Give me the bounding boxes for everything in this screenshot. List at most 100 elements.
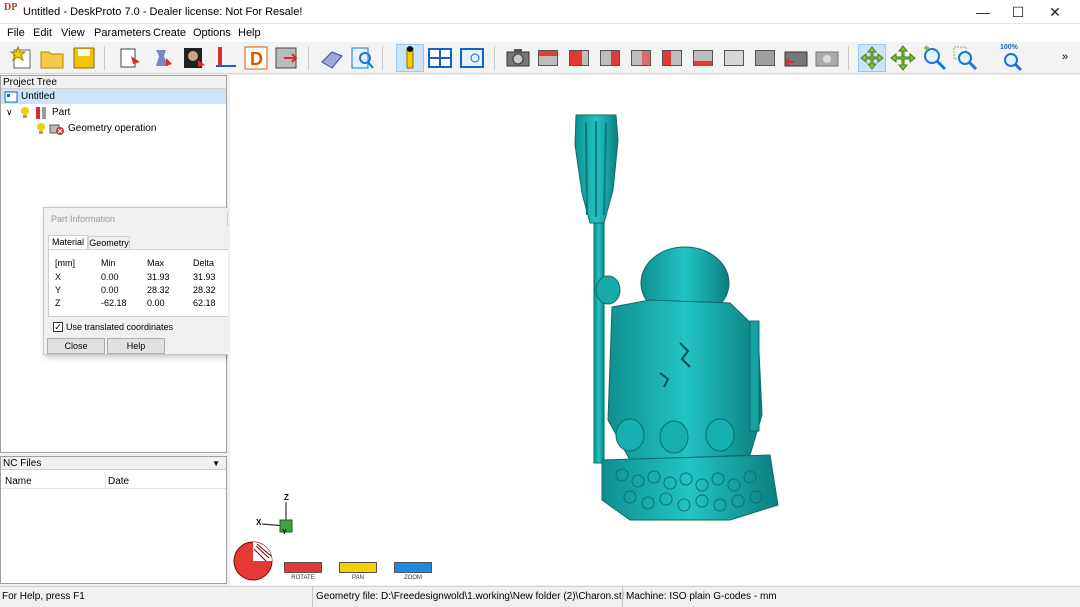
save-disk-icon bbox=[73, 47, 95, 69]
screen-zoom-icon bbox=[460, 48, 484, 68]
table-cell: 0.00 bbox=[101, 285, 119, 295]
tree-item-operation[interactable]: Geometry operation bbox=[1, 121, 226, 136]
vector-wizard-button[interactable] bbox=[212, 44, 240, 72]
dropdown-arrow-icon[interactable]: ▼ bbox=[212, 457, 220, 470]
cube-bottom-icon bbox=[693, 50, 713, 66]
lightbulb-icon[interactable] bbox=[36, 122, 46, 136]
menu-edit[interactable]: Edit bbox=[33, 27, 52, 39]
charon-model[interactable] bbox=[230, 75, 1080, 585]
column-date[interactable]: Date bbox=[108, 476, 129, 487]
zoom-window-button[interactable] bbox=[951, 44, 979, 72]
camera-view-button[interactable] bbox=[504, 44, 532, 72]
table-cell: Z bbox=[55, 298, 61, 308]
view-iso-button[interactable] bbox=[720, 44, 748, 72]
tree-item-part[interactable]: ∨ Part bbox=[1, 105, 226, 120]
next-view-button[interactable] bbox=[813, 44, 841, 72]
tab-geometry[interactable]: Geometry bbox=[88, 236, 130, 249]
cube-left-icon bbox=[662, 50, 682, 66]
erase-button[interactable] bbox=[318, 44, 346, 72]
column-name[interactable]: Name bbox=[5, 476, 32, 487]
table-cell: 28.32 bbox=[193, 285, 216, 295]
portrait-icon bbox=[184, 48, 205, 68]
dialog-help-button[interactable]: Help bbox=[107, 338, 165, 354]
maximize-button[interactable]: ☐ bbox=[1001, 0, 1035, 24]
menu-create[interactable]: Create bbox=[153, 27, 186, 39]
axis-z-label: Z bbox=[284, 493, 289, 502]
layout-button[interactable] bbox=[426, 44, 454, 72]
table-cell: 0.00 bbox=[147, 298, 165, 308]
axis-y-label: Y bbox=[282, 529, 287, 536]
camera-icon bbox=[506, 49, 530, 67]
status-bar: For Help, press F1 Geometry file: D:\Fre… bbox=[0, 586, 1080, 607]
tree-item-project[interactable]: Untitled bbox=[1, 89, 226, 104]
translated-coords-checkbox[interactable]: ✓ bbox=[53, 322, 63, 332]
vase-icon bbox=[156, 50, 172, 66]
zoom-100-label: 100% bbox=[1000, 44, 1018, 51]
dialog-close-button[interactable]: Close bbox=[47, 338, 105, 354]
pan-mode-toggle[interactable] bbox=[339, 562, 377, 573]
rotate-mode-toggle[interactable] bbox=[284, 562, 322, 573]
table-cell: X bbox=[55, 272, 62, 282]
save-button[interactable] bbox=[70, 44, 98, 72]
zoom-mode-label: ZOOM bbox=[404, 575, 422, 581]
export-button[interactable] bbox=[272, 44, 300, 72]
folder-icon bbox=[40, 51, 64, 69]
tab-material[interactable]: Material bbox=[48, 235, 88, 249]
rotate-dial-icon[interactable] bbox=[232, 540, 274, 582]
grid-window-icon bbox=[428, 48, 452, 68]
camera-back-icon bbox=[784, 51, 808, 67]
view-left-button[interactable] bbox=[658, 44, 686, 72]
lightbulb-icon[interactable] bbox=[20, 106, 30, 120]
cube-top-icon bbox=[538, 50, 558, 66]
bitmap-wizard-button[interactable] bbox=[148, 44, 176, 72]
export-disk-icon bbox=[275, 47, 298, 69]
zoom-in-icon bbox=[924, 45, 947, 71]
view-bottom-button[interactable] bbox=[689, 44, 717, 72]
table-col-min: Min bbox=[101, 258, 116, 268]
minimize-button[interactable]: — bbox=[966, 0, 1000, 24]
table-cell: 0.00 bbox=[101, 272, 119, 282]
cube-iso-icon bbox=[724, 50, 744, 66]
view-back-button[interactable] bbox=[627, 44, 655, 72]
part-wizard-button[interactable] bbox=[116, 44, 144, 72]
menu-options[interactable]: Options bbox=[193, 27, 231, 39]
image-wizard-button[interactable] bbox=[180, 44, 208, 72]
operation-wizard-button[interactable]: D bbox=[242, 44, 270, 72]
view-front-button[interactable] bbox=[565, 44, 593, 72]
table-cell: 28.32 bbox=[147, 285, 170, 295]
expand-chevron-icon[interactable]: ∨ bbox=[6, 105, 13, 120]
tree-item-project-label: Untitled bbox=[21, 91, 55, 102]
view-options-button[interactable] bbox=[458, 44, 486, 72]
3d-viewport[interactable]: Z X Y bbox=[230, 75, 1080, 585]
menu-view[interactable]: View bbox=[61, 27, 85, 39]
nc-files-title: NC Files bbox=[3, 458, 42, 469]
toolbar-overflow-icon[interactable]: » bbox=[1062, 51, 1068, 63]
rotate-mode-button[interactable] bbox=[858, 44, 886, 72]
table-cell: 62.18 bbox=[193, 298, 216, 308]
open-button[interactable] bbox=[38, 44, 66, 72]
zoom-window-icon bbox=[953, 46, 978, 71]
previous-view-button[interactable] bbox=[782, 44, 810, 72]
operation-error-icon bbox=[49, 124, 64, 135]
status-geometry-file: Geometry file: D:\Freedesignwold\1.worki… bbox=[316, 591, 624, 602]
zoom-in-button[interactable] bbox=[920, 44, 948, 72]
pan-mode-button[interactable] bbox=[889, 44, 917, 72]
view-iso2-button[interactable] bbox=[751, 44, 779, 72]
view-right-button[interactable] bbox=[596, 44, 624, 72]
view-top-button[interactable] bbox=[534, 44, 562, 72]
part-icon bbox=[36, 107, 46, 119]
menu-parameters[interactable]: Parameters bbox=[94, 27, 151, 39]
camera-forward-icon bbox=[815, 51, 839, 67]
cube-front-icon bbox=[569, 50, 589, 66]
nc-files-header: NC Files ▼ bbox=[1, 457, 226, 470]
new-project-button[interactable] bbox=[8, 44, 36, 72]
part-information-button[interactable] bbox=[396, 44, 424, 72]
zoom-mode-toggle[interactable] bbox=[394, 562, 432, 573]
pan-arrows-icon bbox=[890, 45, 916, 71]
measure-button[interactable] bbox=[348, 44, 376, 72]
menu-help[interactable]: Help bbox=[238, 27, 261, 39]
zoom-100-button[interactable]: 100% bbox=[998, 44, 1026, 72]
close-window-button[interactable]: ✕ bbox=[1038, 0, 1072, 24]
app-logo-icon: DP bbox=[4, 2, 18, 13]
menu-file[interactable]: File bbox=[7, 27, 25, 39]
